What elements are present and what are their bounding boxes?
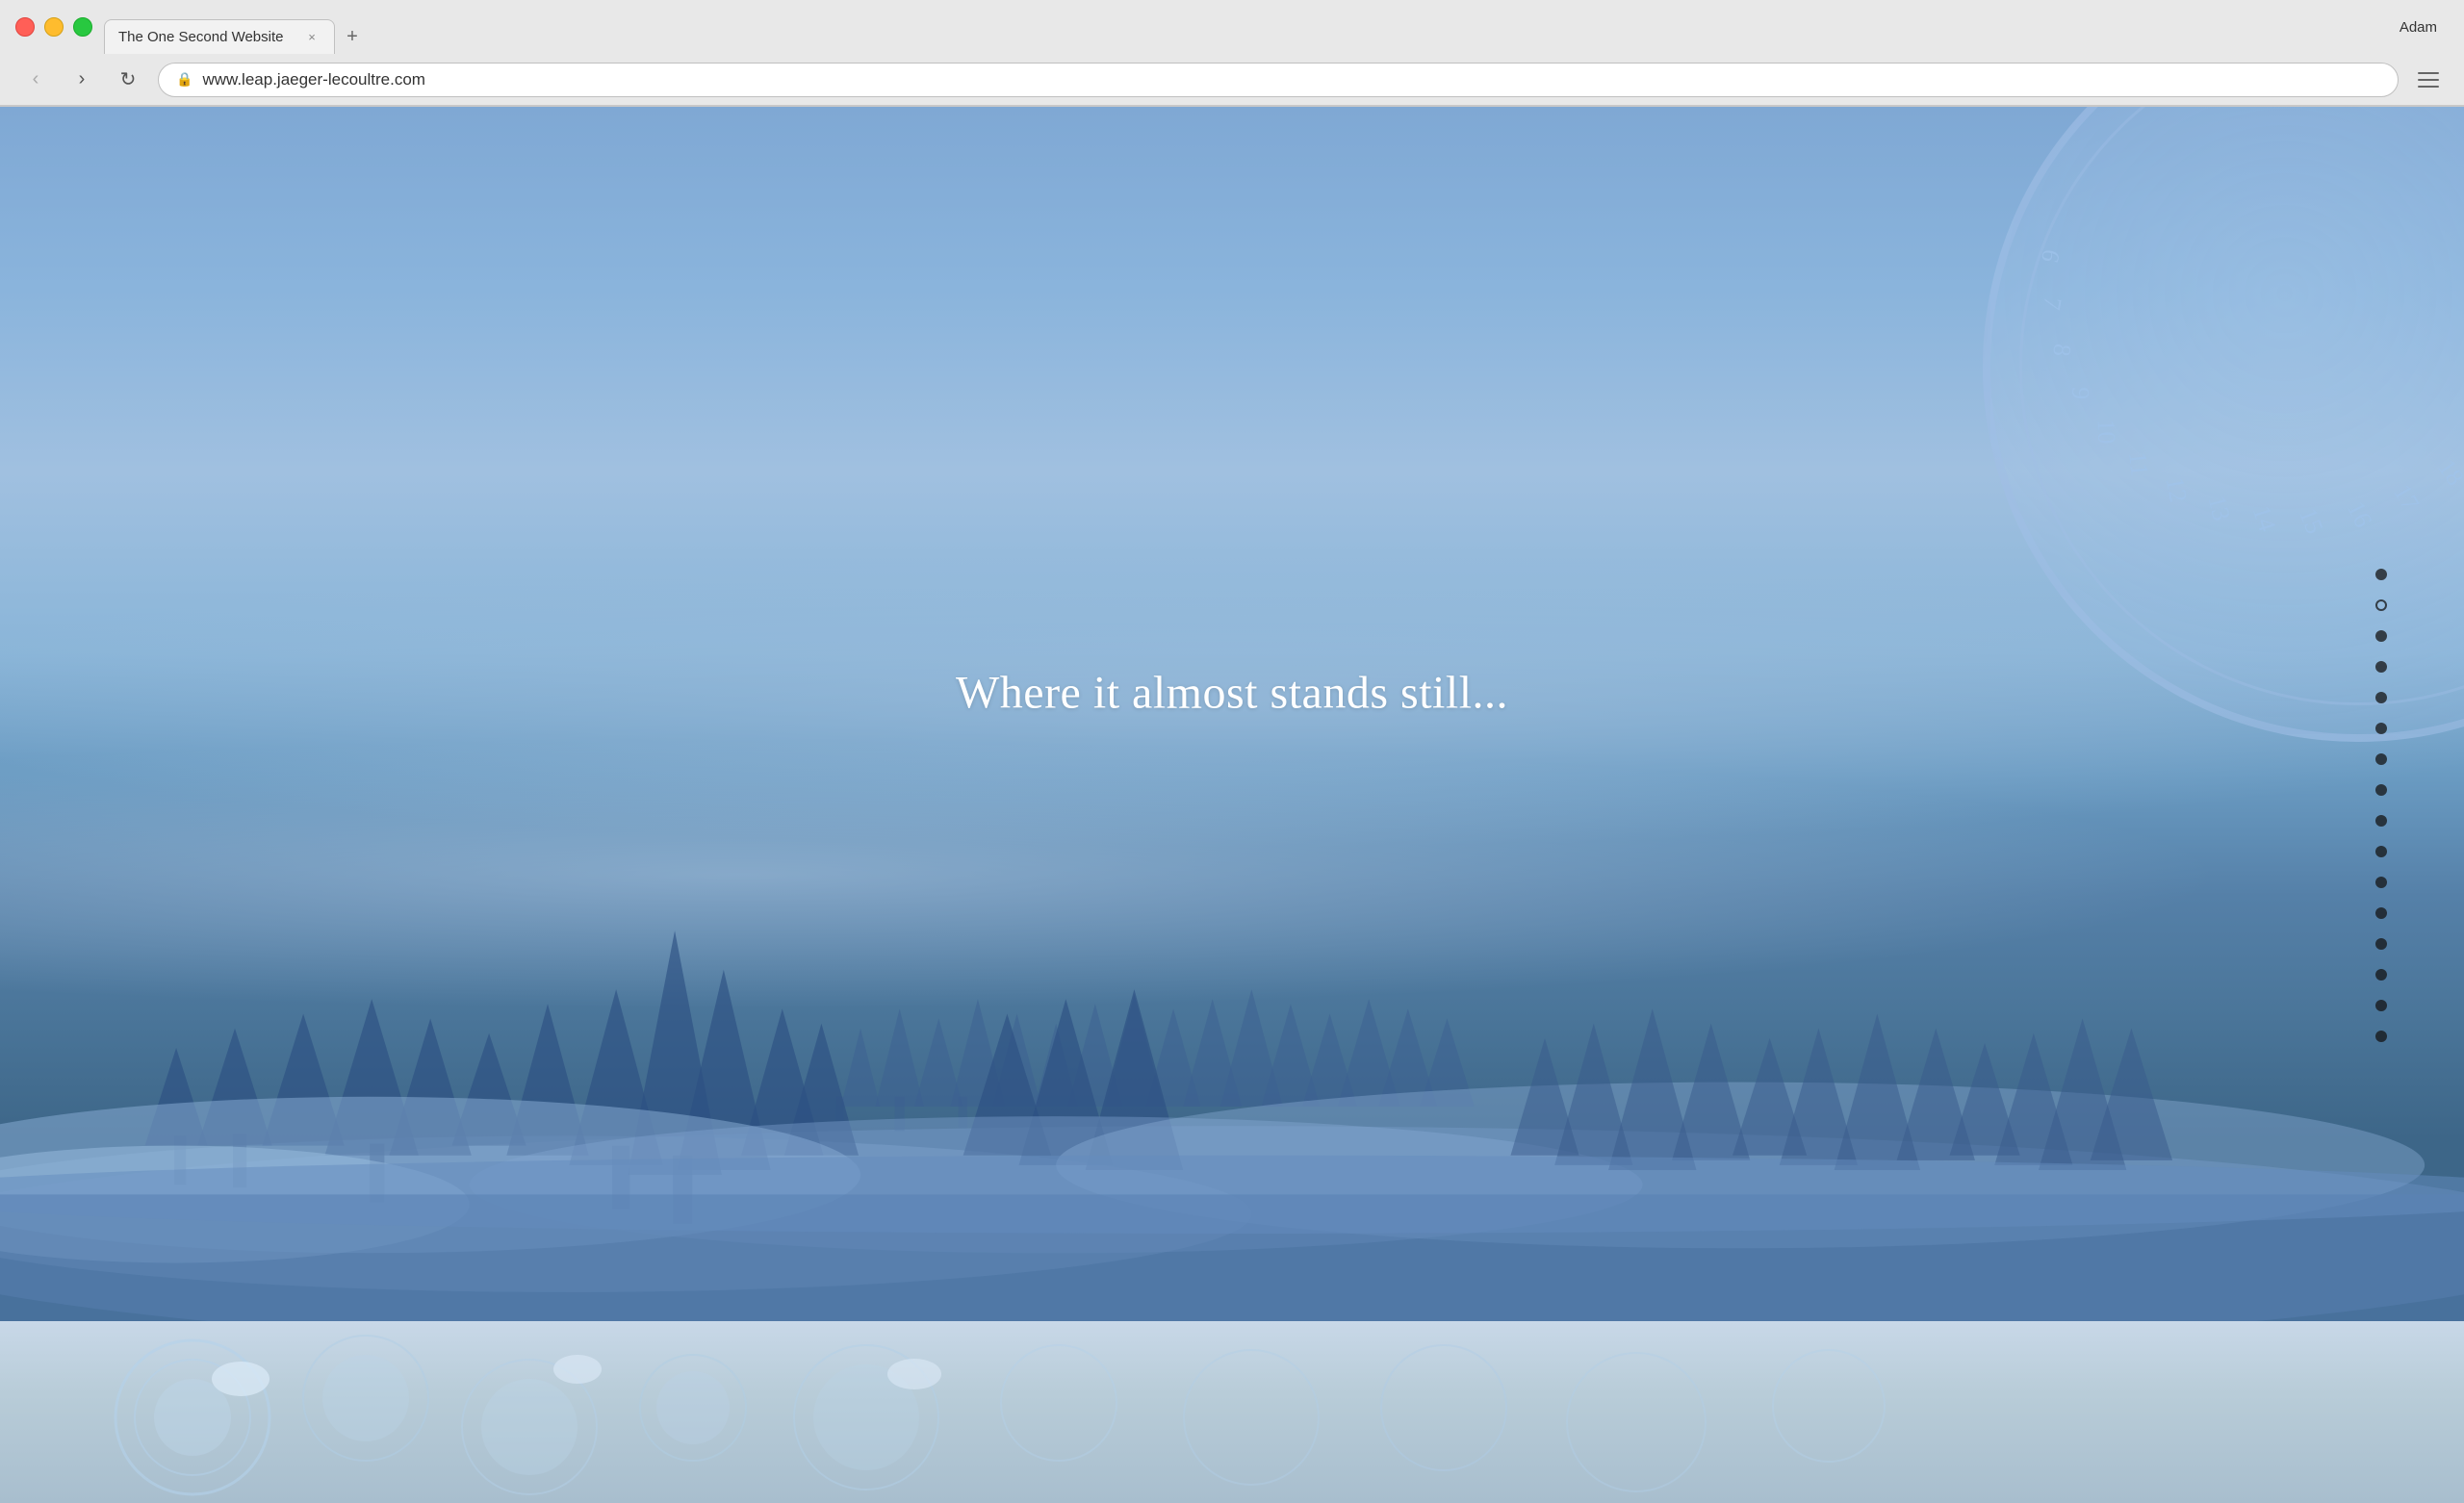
menu-icon bbox=[2418, 86, 2439, 88]
watch-inner-ring bbox=[2019, 107, 2464, 705]
nav-dot-5[interactable] bbox=[2375, 692, 2387, 703]
nav-dot-7[interactable] bbox=[2375, 753, 2387, 765]
reload-button[interactable]: ↻ bbox=[112, 64, 144, 96]
navigation-dots bbox=[2375, 569, 2387, 1042]
nav-dot-16[interactable] bbox=[2375, 1031, 2387, 1042]
menu-icon bbox=[2418, 79, 2439, 81]
tabs-area: The One Second Website × + bbox=[104, 0, 2376, 54]
nav-dot-13[interactable] bbox=[2375, 938, 2387, 950]
address-bar-row: ‹ › ↻ 🔒 www.leap.jaeger-lecoultre.com bbox=[0, 54, 2464, 106]
close-button[interactable] bbox=[15, 17, 35, 37]
user-avatar[interactable]: Adam bbox=[2388, 15, 2449, 39]
title-bar: The One Second Website × + Adam bbox=[0, 0, 2464, 54]
nav-dot-12[interactable] bbox=[2375, 907, 2387, 919]
tab-title: The One Second Website bbox=[118, 29, 294, 45]
security-icon: 🔒 bbox=[176, 71, 192, 88]
nav-dot-3[interactable] bbox=[2375, 630, 2387, 642]
headline-text: Where it almost stands still... bbox=[956, 667, 1508, 720]
page-content: 25 24 23 22 21 20 19 18 17 16 15 14 13 1… bbox=[0, 107, 2464, 1503]
nav-dot-4[interactable] bbox=[2375, 661, 2387, 673]
nav-dot-2[interactable] bbox=[2375, 599, 2387, 611]
browser-chrome: The One Second Website × + Adam ‹ › ↻ 🔒 … bbox=[0, 0, 2464, 107]
back-button[interactable]: ‹ bbox=[19, 64, 52, 96]
forward-button[interactable]: › bbox=[65, 64, 98, 96]
nav-dot-14[interactable] bbox=[2375, 969, 2387, 981]
tab-close-button[interactable]: × bbox=[303, 29, 321, 46]
maximize-button[interactable] bbox=[73, 17, 92, 37]
nav-dot-9[interactable] bbox=[2375, 815, 2387, 827]
new-tab-button[interactable]: + bbox=[335, 19, 370, 54]
minimize-button[interactable] bbox=[44, 17, 64, 37]
gears-svg bbox=[0, 1321, 2464, 1503]
headline-label: Where it almost stands still... bbox=[956, 668, 1508, 719]
nav-dot-10[interactable] bbox=[2375, 846, 2387, 857]
nav-dot-15[interactable] bbox=[2375, 1000, 2387, 1011]
nav-dot-1[interactable] bbox=[2375, 569, 2387, 580]
url-display: www.leap.jaeger-lecoultre.com bbox=[202, 70, 425, 89]
nav-dot-8[interactable] bbox=[2375, 784, 2387, 796]
address-bar[interactable]: 🔒 www.leap.jaeger-lecoultre.com bbox=[158, 63, 2399, 97]
bottom-section bbox=[0, 1321, 2464, 1503]
traffic-lights bbox=[15, 17, 92, 37]
forest-silhouette bbox=[0, 735, 2464, 1321]
menu-button[interactable] bbox=[2412, 64, 2445, 96]
nav-dot-6[interactable] bbox=[2375, 723, 2387, 734]
menu-icon bbox=[2418, 72, 2439, 74]
active-tab[interactable]: The One Second Website × bbox=[104, 19, 335, 54]
nav-dot-11[interactable] bbox=[2375, 877, 2387, 888]
